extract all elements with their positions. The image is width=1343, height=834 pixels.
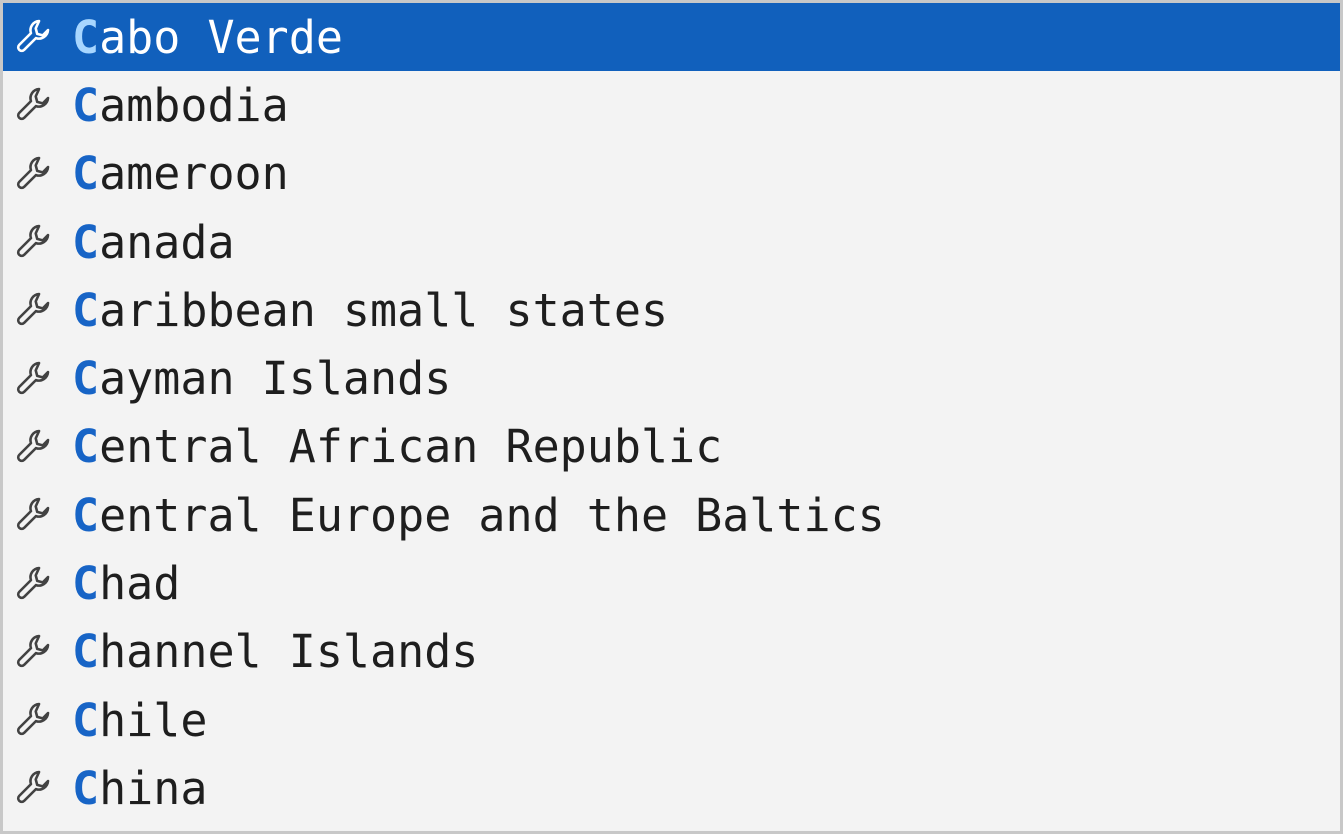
suggestion-item[interactable]: Central Europe and the Baltics (3, 481, 1340, 549)
match-highlight: C (72, 420, 100, 474)
suggest-widget: Cabo Verde Cambodia Cameroon Canada Cari… (0, 0, 1343, 834)
suggestion-text: hannel Islands (99, 625, 479, 679)
match-highlight: C (72, 625, 100, 679)
wrench-icon (11, 13, 59, 61)
suggestion-label: Chad (72, 561, 180, 606)
suggestion-label: Canada (72, 220, 235, 265)
suggestion-text: ameroon (99, 147, 289, 201)
suggestion-text: hile (99, 693, 208, 747)
suggestion-label: Cayman Islands (72, 356, 451, 401)
wrench-icon (11, 628, 59, 676)
suggestion-item[interactable]: Channel Islands (3, 618, 1340, 686)
suggestion-item[interactable]: Chile (3, 686, 1340, 754)
match-highlight: C (72, 761, 100, 815)
suggestion-item[interactable]: Canada (3, 208, 1340, 276)
wrench-icon (11, 696, 59, 744)
wrench-icon (11, 560, 59, 608)
match-highlight: C (72, 693, 100, 747)
wrench-icon (11, 491, 59, 539)
wrench-icon (11, 81, 59, 129)
suggestion-text: entral Europe and the Baltics (99, 488, 885, 542)
suggestion-label: Channel Islands (72, 629, 478, 674)
wrench-icon (11, 286, 59, 334)
suggestion-item[interactable]: Cambodia (3, 71, 1340, 139)
wrench-icon (11, 150, 59, 198)
match-highlight: C (72, 147, 100, 201)
match-highlight: C (72, 488, 100, 542)
suggestion-list: Cabo Verde Cambodia Cameroon Canada Cari… (3, 3, 1340, 823)
suggestion-text: ambodia (99, 78, 289, 132)
suggestion-item[interactable]: Cayman Islands (3, 344, 1340, 412)
suggestion-label: Caribbean small states (72, 288, 668, 333)
suggestion-text: had (99, 557, 181, 611)
suggestion-item[interactable]: Central African Republic (3, 413, 1340, 481)
match-highlight: C (72, 557, 100, 611)
match-highlight: C (72, 78, 100, 132)
match-highlight: C (72, 215, 100, 269)
wrench-icon (11, 764, 59, 812)
suggestion-item[interactable]: China (3, 754, 1340, 822)
suggestion-text: anada (99, 215, 235, 269)
suggestion-label: Chile (72, 698, 207, 743)
match-highlight: C (72, 10, 100, 64)
suggestion-label: Cabo Verde (72, 15, 343, 60)
wrench-icon (11, 355, 59, 403)
suggestion-label: Central Europe and the Baltics (72, 493, 885, 538)
suggestion-item[interactable]: Chad (3, 549, 1340, 617)
match-highlight: C (72, 352, 100, 406)
suggestion-item[interactable]: Cameroon (3, 140, 1340, 208)
wrench-icon (11, 423, 59, 471)
suggestion-label: Central African Republic (72, 424, 722, 469)
suggestion-label: Cameroon (72, 151, 289, 196)
suggestion-text: ayman Islands (99, 352, 452, 406)
suggestion-item[interactable]: Caribbean small states (3, 276, 1340, 344)
suggestion-text: entral African Republic (99, 420, 723, 474)
suggestion-text: abo Verde (99, 10, 343, 64)
wrench-icon (11, 218, 59, 266)
suggestion-text: aribbean small states (99, 283, 669, 337)
suggestion-item[interactable]: Cabo Verde (3, 3, 1340, 72)
suggestion-text: hina (99, 761, 208, 815)
suggestion-label: Cambodia (72, 83, 289, 128)
match-highlight: C (72, 283, 100, 337)
suggestion-label: China (72, 766, 207, 811)
